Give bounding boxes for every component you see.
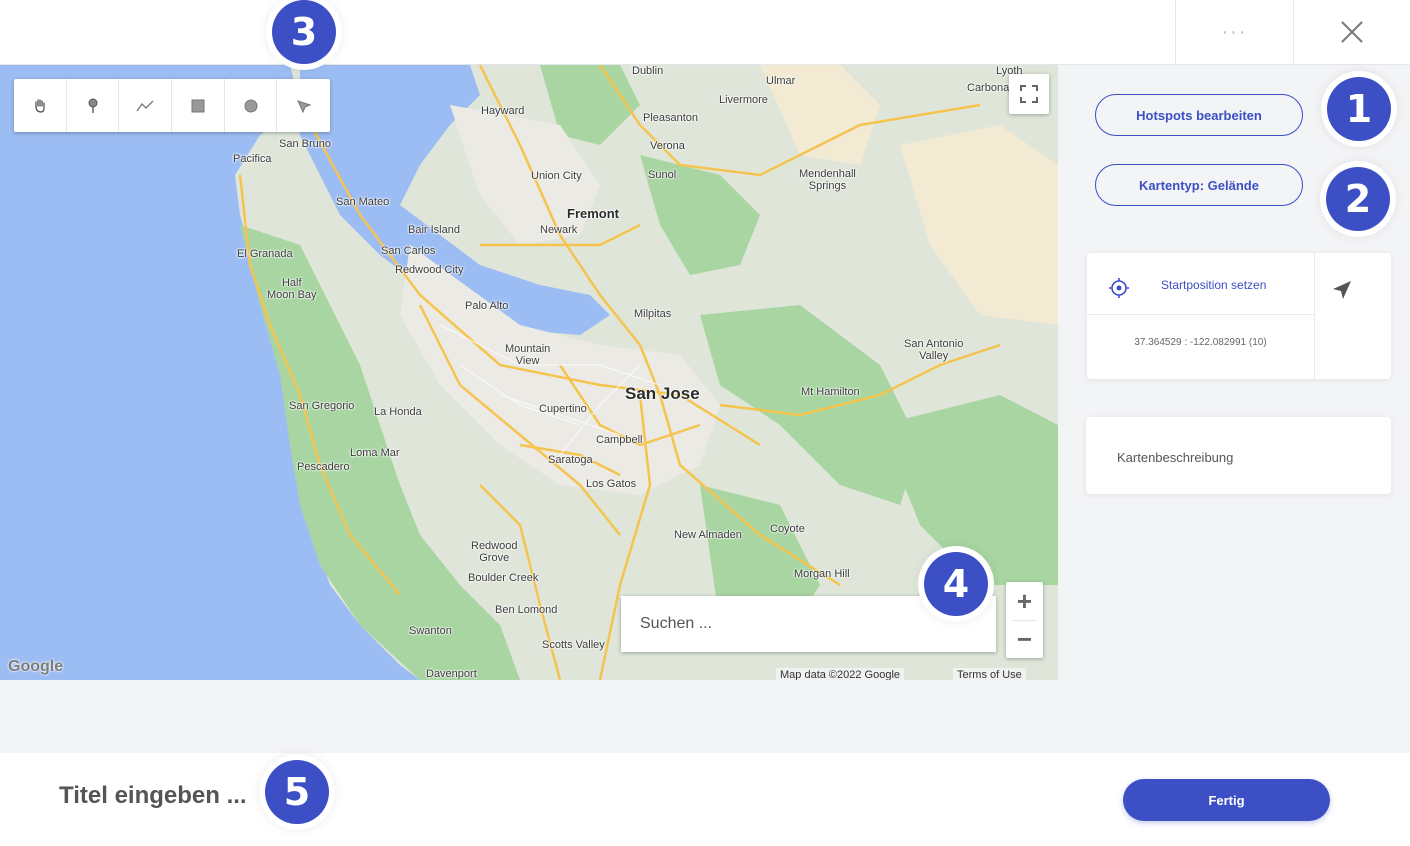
map-place-label: Pescadero [297, 461, 350, 473]
drawing-toolbar [14, 79, 331, 132]
map-place-label: San Gregorio [289, 400, 355, 412]
map-place-label: El Granada [237, 248, 293, 260]
map-place-label: Pleasanton [643, 112, 699, 124]
circle-icon [244, 99, 258, 112]
rectangle-tool-button[interactable] [172, 79, 225, 132]
map-background [0, 65, 1058, 680]
polygon-icon [296, 99, 311, 113]
google-logo: Google [8, 658, 64, 675]
rectangle-icon [191, 99, 205, 112]
top-bar: ··· [0, 0, 1410, 65]
title-input[interactable]: Titel eingeben ... [59, 782, 247, 810]
marker-tool-button[interactable] [67, 79, 120, 132]
crosshair-icon [1109, 278, 1129, 298]
map-place-label: Livermore [719, 94, 768, 106]
map-place-label: Loma Mar [350, 447, 400, 459]
map-description-field[interactable]: Kartenbeschreibung [1086, 417, 1391, 494]
close-icon [1341, 21, 1363, 43]
map-place-label: Dublin [632, 65, 664, 77]
map-place-label: Hayward [481, 105, 525, 117]
zoom-control: + − [1006, 582, 1043, 658]
map-place-label: Union City [531, 170, 582, 182]
map-place-label: San Bruno [279, 138, 331, 150]
map-place-label: Morgan Hill [794, 568, 850, 580]
map-place-label: Davenport [426, 668, 477, 680]
polyline-icon [136, 100, 154, 111]
step-badge-number: 4 [924, 552, 988, 616]
map-place-label: Mt Hamilton [801, 386, 860, 398]
more-options-button[interactable]: ··· [1175, 0, 1293, 64]
map-place-label: San Carlos [381, 245, 436, 257]
map-place-label: Verona [650, 140, 685, 152]
set-start-position-button[interactable]: Startposition setzen [1087, 253, 1314, 315]
zoom-out-button[interactable]: − [1006, 620, 1043, 658]
edit-hotspots-button[interactable]: Hotspots bearbeiten [1095, 94, 1303, 136]
step-badge-number: 2 [1326, 167, 1390, 231]
map-place-label: Bair Island [408, 224, 460, 236]
map-description-label: Kartenbeschreibung [1117, 450, 1234, 465]
terms-of-use-link[interactable]: Terms of Use [953, 668, 1026, 680]
start-position-label: Startposition setzen [1161, 278, 1267, 292]
map-place-label: Sunol [648, 169, 677, 181]
map-place-label: Campbell [596, 434, 643, 446]
map-place-label: Boulder Creek [468, 572, 539, 584]
step-badge-number: 3 [272, 0, 336, 64]
map-place-label: Half Moon Bay [267, 277, 317, 301]
start-position-coordinates: 37.364529 : -122.082991 (10) [1134, 337, 1267, 348]
step-badge-1: 1 [1321, 71, 1397, 147]
close-button[interactable] [1293, 0, 1410, 64]
zoom-divider [1012, 620, 1037, 621]
map-place-label: Redwood City [395, 264, 464, 276]
map-place-label: Swanton [409, 625, 452, 637]
fullscreen-button[interactable] [1009, 74, 1049, 114]
map-place-label: Saratoga [548, 454, 593, 466]
zoom-in-button[interactable]: + [1006, 582, 1043, 620]
step-badge-number: 1 [1327, 77, 1391, 141]
hand-tool-button[interactable] [14, 79, 67, 132]
fullscreen-icon [1020, 85, 1038, 103]
map-area[interactable]: San Jose Fremont Dublin Livermore Pleasa… [0, 65, 1058, 680]
start-position-card: Startposition setzen 37.364529 : -122.08… [1087, 253, 1391, 379]
step-badge-2: 2 [1320, 161, 1396, 237]
card-divider [1314, 253, 1315, 379]
map-place-label: San Antonio Valley [904, 338, 964, 362]
map-place-label: Ulmar [766, 75, 796, 87]
map-place-label: New Almaden [674, 529, 742, 541]
hand-icon [35, 98, 45, 113]
map-place-label: Cupertino [539, 403, 587, 415]
map-place-label: La Honda [374, 406, 422, 418]
map-place-label: Palo Alto [465, 300, 509, 312]
map-place-label: Mendenhall Springs [799, 168, 856, 192]
polyline-tool-button[interactable] [119, 79, 173, 132]
map-place-label: San Mateo [336, 196, 390, 208]
map-place-label: Mountain View [505, 343, 551, 367]
map-place-label: Milpitas [634, 308, 672, 320]
map-place-label: Carbona [967, 82, 1010, 94]
step-badge-number: 5 [265, 760, 329, 824]
step-badge-5: 5 [259, 754, 335, 830]
step-badge-4: 4 [918, 546, 994, 622]
map-place-label: Ben Lomond [495, 604, 558, 616]
locate-arrow-icon[interactable] [1331, 279, 1353, 301]
map-data-attribution: Map data ©2022 Google [776, 668, 905, 680]
done-button[interactable]: Fertig [1123, 779, 1330, 821]
map-place-label: Fremont [567, 206, 619, 221]
map-place-label: San Jose [625, 384, 700, 403]
map-type-button[interactable]: Kartentyp: Gelände [1095, 164, 1303, 206]
map-place-label: Pacifica [233, 153, 272, 165]
map-place-label: Coyote [770, 523, 805, 535]
map-place-label: Newark [540, 224, 578, 236]
map-place-label: Los Gatos [586, 478, 637, 490]
map-place-label: Redwood Grove [471, 540, 518, 564]
polygon-tool-button[interactable] [277, 79, 330, 132]
map-place-label: Scotts Valley [542, 639, 605, 651]
marker-icon [88, 98, 98, 113]
circle-tool-button[interactable] [225, 79, 278, 132]
